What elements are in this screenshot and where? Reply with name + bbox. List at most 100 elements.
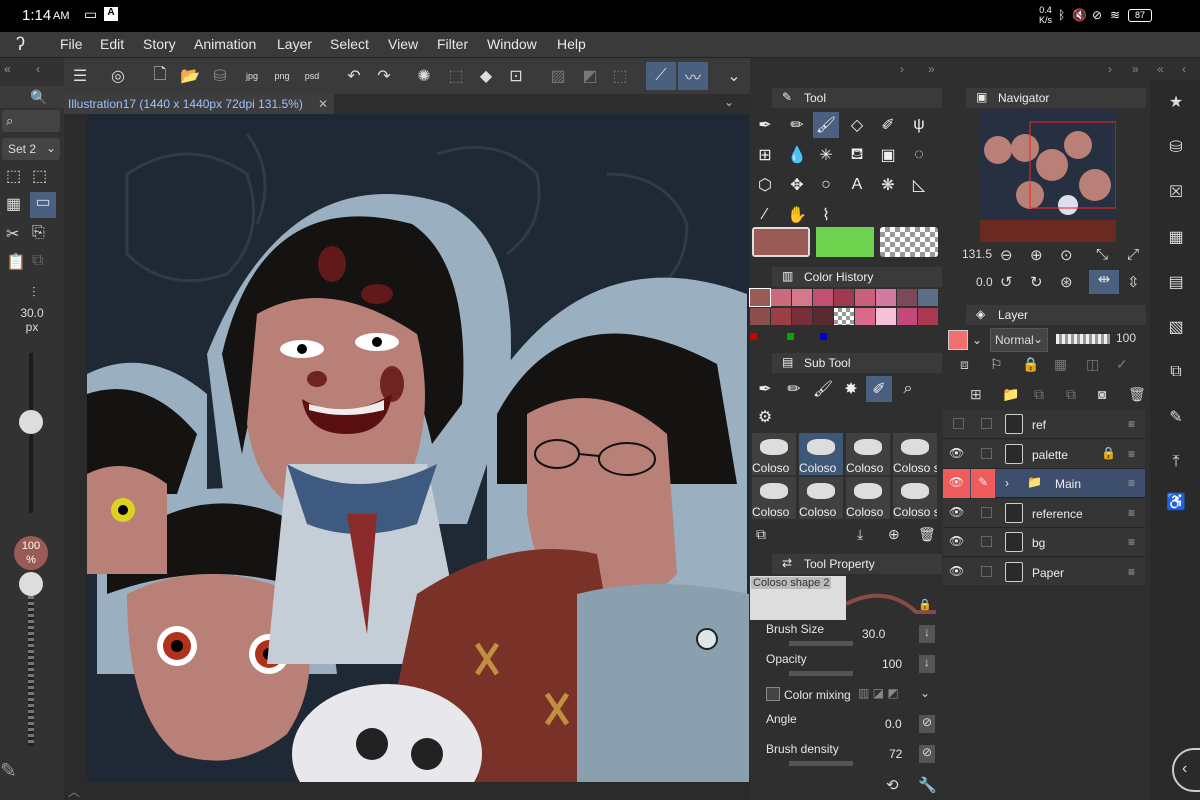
set-dropdown[interactable]: Set 2 ⌄ [2, 138, 60, 160]
export-png-button[interactable]: png [268, 62, 296, 90]
layer-panel-header[interactable]: ◈ Layer [966, 305, 1146, 325]
flip-horizontal-icon[interactable]: ⇹ [1089, 270, 1119, 294]
pen-group-icon[interactable]: ✒ [752, 376, 778, 402]
zoom-tool-icon[interactable]: 🔍 [30, 89, 47, 106]
color-history-swatch[interactable] [749, 288, 771, 307]
navigator-header[interactable]: ▣ Navigator [966, 88, 1146, 108]
brush-settings-icon[interactable]: ⫶ [32, 284, 36, 301]
drag-handle-icon[interactable]: ≡ [1128, 417, 1135, 431]
collapse-right-icon[interactable]: » [1132, 62, 1139, 76]
new-layer-icon[interactable]: ⊞ [970, 386, 982, 403]
open-folder-icon[interactable]: 📂 [176, 62, 204, 90]
reference-layer-icon[interactable]: ⚐ [990, 356, 1003, 373]
expand-chevron-icon[interactable]: ⌄ [920, 686, 930, 700]
sub-tool-brush[interactable]: Coloso s [893, 433, 937, 475]
layer-opacity-value[interactable]: 100 [1116, 331, 1136, 345]
pages-icon[interactable]: ⧉ [1164, 360, 1188, 384]
eye-icon[interactable]: 👁 [949, 446, 964, 460]
sub-tool-brush[interactable]: Coloso [846, 477, 890, 519]
export-jpg-button[interactable]: jpg [238, 62, 266, 90]
layer-color-chevron-icon[interactable]: ⌄ [972, 333, 982, 347]
mask-enable-icon[interactable]: ◫ [1086, 356, 1099, 373]
collapse-left-icon[interactable]: « [4, 62, 11, 76]
menu-file[interactable]: File [60, 36, 83, 52]
drag-handle-icon[interactable]: ≡ [1128, 565, 1135, 579]
color-history-swatch[interactable] [876, 308, 896, 325]
color-history-swatch[interactable] [834, 289, 854, 306]
rotation-value[interactable]: 0.0 [976, 275, 993, 289]
sub-tool-brush[interactable]: Coloso [846, 433, 890, 475]
text-icon[interactable]: A [844, 172, 870, 198]
wrench-icon[interactable]: 🔧 [918, 776, 937, 794]
layer-lock-box[interactable] [981, 565, 992, 577]
fill-icon[interactable]: ◆ [472, 62, 500, 90]
expand-up-icon[interactable]: ︿ [68, 783, 80, 800]
rotate-left-icon[interactable]: ↺ [1000, 273, 1013, 291]
balloon-icon[interactable]: ❋ [875, 172, 901, 198]
lock-icon[interactable]: 🔒 [918, 598, 932, 611]
free-transform-icon[interactable]: ⬚ [32, 166, 47, 186]
menu-select[interactable]: Select [330, 36, 369, 52]
color-history-header[interactable]: ▥ Color History [772, 267, 942, 287]
drawing-canvas[interactable] [87, 114, 749, 782]
eye-icon[interactable]: 👁 [943, 469, 970, 498]
save-file-icon[interactable]: ⛁ [1164, 135, 1188, 159]
menu-view[interactable]: View [388, 36, 418, 52]
hand-icon[interactable]: ✋ [784, 202, 810, 228]
brush-stroke-icon[interactable]: 〰 [678, 62, 708, 90]
pen-nib-icon[interactable]: ✒ [752, 112, 778, 138]
density-bar[interactable] [789, 761, 853, 766]
duplicate-icon[interactable]: ⊕ [888, 526, 900, 543]
flip-vertical-icon[interactable]: ⇳ [1127, 273, 1140, 291]
bookmark-icon[interactable]: ★ [1164, 90, 1188, 114]
transform-icon[interactable]: ⊡ [502, 62, 530, 90]
menu-animation[interactable]: Animation [194, 36, 256, 52]
pencil-group-icon[interactable]: ✏ [781, 376, 807, 402]
tab-list-chevron-icon[interactable]: ⌄ [724, 95, 734, 109]
settings-gear-icon[interactable]: ⚙ [752, 404, 778, 430]
line-tool-icon[interactable]: ⁄ [752, 202, 778, 228]
fill-bucket-icon[interactable]: ⛾ [844, 142, 870, 168]
menu-edit[interactable]: Edit [100, 36, 124, 52]
accessibility-icon[interactable]: ♿ [1164, 490, 1188, 514]
brush-size-pressure-icon[interactable]: ↓ [919, 625, 935, 643]
drag-handle-icon[interactable]: ≡ [1128, 506, 1135, 520]
color-history-swatch[interactable] [876, 289, 896, 306]
color-mixing-checkbox[interactable] [766, 687, 780, 701]
color-history-swatch[interactable] [855, 308, 875, 325]
toolbar-expand-icon[interactable]: ⌄ [720, 62, 748, 90]
clip-layer-icon[interactable]: ⧈ [960, 356, 969, 373]
layer-row[interactable]: 👁 bg ≡ [943, 528, 1145, 557]
color-history-swatch[interactable] [855, 289, 875, 306]
zoom-out-icon[interactable]: ⊖ [1000, 246, 1013, 264]
brush-size-value[interactable]: 30.0 [862, 627, 885, 641]
actual-size-icon[interactable]: ⤡ [1096, 246, 1108, 263]
deselect-icon[interactable]: ⬚ [442, 62, 470, 90]
color-history-swatch[interactable] [750, 308, 770, 325]
angle-edit-icon[interactable]: ⊘ [919, 715, 935, 733]
brush-density-value[interactable]: 72 [889, 747, 902, 761]
chevron-right-icon[interactable]: › [900, 62, 904, 76]
ruler-link-icon[interactable]: ✓ [1116, 356, 1128, 373]
show-selection-icon[interactable]: ⬚ [606, 62, 634, 90]
transparent-color-swatch[interactable] [880, 227, 938, 257]
ruler-icon[interactable]: ◺ [906, 172, 932, 198]
clear-selection-icon[interactable]: ▨ [544, 62, 572, 90]
menu-story[interactable]: Story [143, 36, 176, 52]
edit-pen-icon[interactable]: ✎ [971, 469, 995, 498]
hamburger-menu-icon[interactable]: ☰ [66, 62, 94, 90]
reset-icon[interactable]: ⟲ [886, 776, 899, 794]
3d-object-icon[interactable]: ⬡ [752, 172, 778, 198]
sub-tool-brush[interactable]: Coloso s [893, 477, 937, 519]
color-history-swatch[interactable] [792, 308, 812, 325]
cut-icon[interactable]: ✂ [6, 224, 19, 244]
eyedropper-tool-icon[interactable]: ⌇ [813, 202, 839, 228]
layer-lock-box[interactable] [981, 506, 992, 518]
visibility-off-box[interactable] [953, 418, 964, 429]
undo-icon[interactable]: ↶ [340, 62, 368, 90]
trash-icon[interactable]: 🗑 [918, 526, 936, 543]
chevron-left-icon[interactable]: ‹ [36, 62, 40, 76]
sub-tool-header[interactable]: ▤ Sub Tool [772, 353, 942, 373]
edit-note-icon[interactable]: ✎ [1164, 405, 1188, 429]
opacity-value[interactable]: 100 [882, 657, 902, 671]
